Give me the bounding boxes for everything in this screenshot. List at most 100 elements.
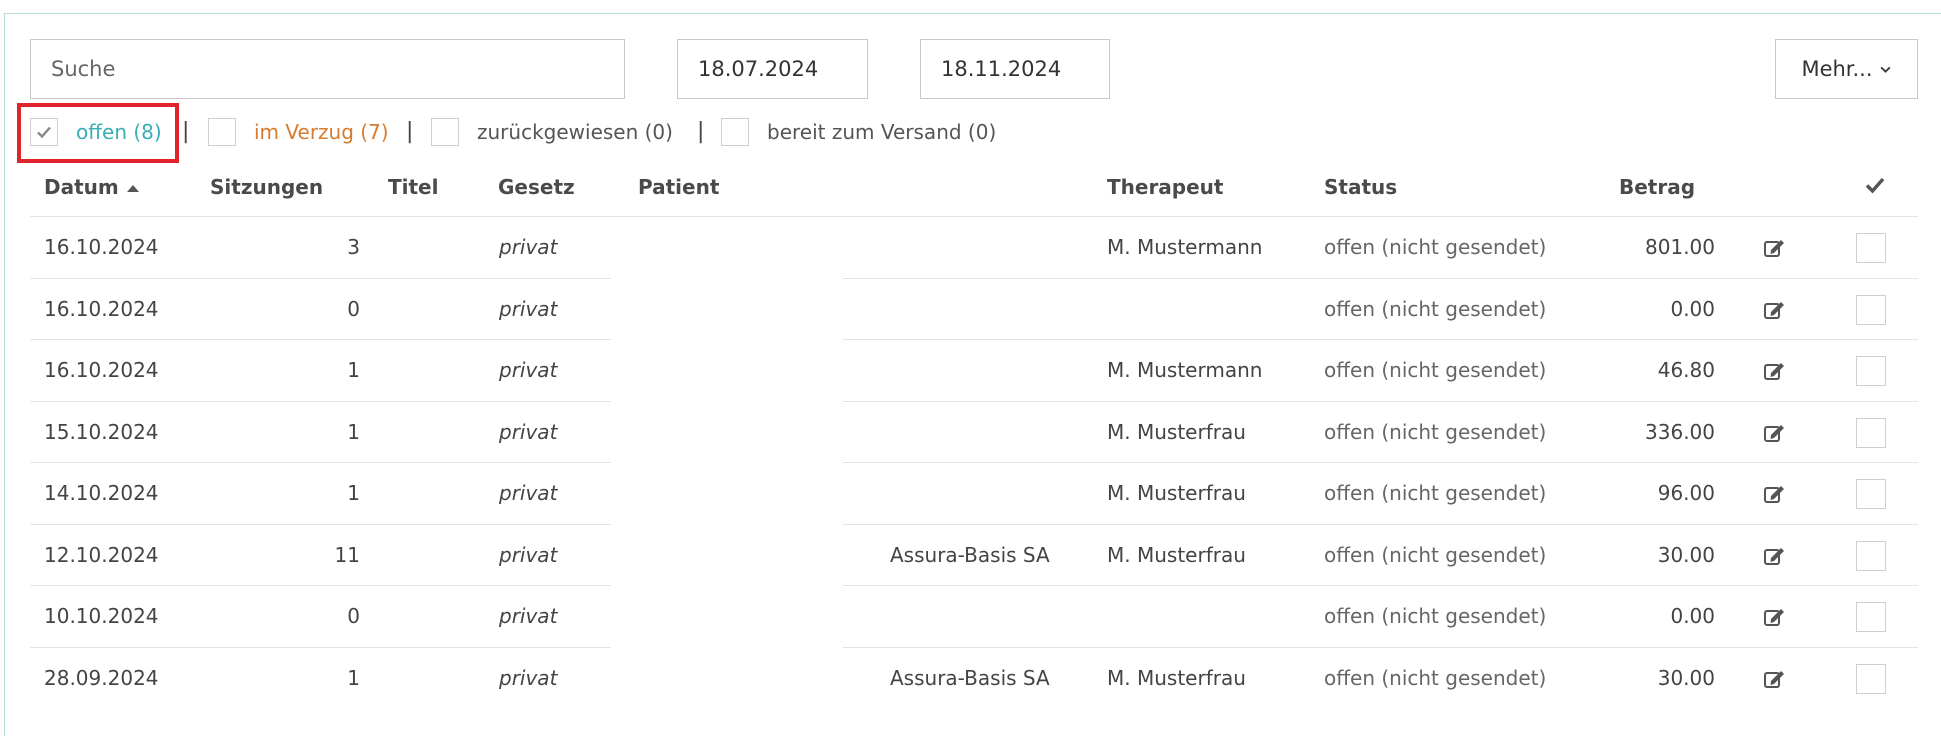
table-row[interactable]: 14.10.2024 1 privat M. Musterfrau offen (nic… (0, 463, 1941, 524)
edit-icon[interactable] (1763, 299, 1787, 321)
cell-sessions: 1 (347, 665, 360, 690)
row-select-checkbox[interactable] (1856, 663, 1886, 694)
cell-law: privat (499, 665, 558, 690)
edit-icon[interactable] (1763, 545, 1787, 567)
cell-therapist: M. Musterfrau (1107, 419, 1246, 444)
table-row[interactable]: 12.10.2024 11 privat Assura-Basis SA M. Must… (0, 525, 1941, 586)
edit-icon[interactable] (1763, 668, 1787, 690)
cell-status: offen (nicht gesendet) (1324, 296, 1547, 321)
edit-icon[interactable] (1763, 237, 1787, 259)
cell-sessions: 1 (347, 419, 360, 444)
highlight-box (17, 103, 179, 163)
search-input[interactable] (30, 39, 625, 99)
date-to-field[interactable] (920, 39, 1110, 99)
cell-therapist: M. Mustermann (1107, 235, 1263, 259)
column-header-patient[interactable]: Patient (638, 172, 719, 202)
table-row[interactable]: 15.10.2024 1 privat M. Musterfrau offen (nic… (0, 402, 1941, 463)
column-header-sessions[interactable]: Sitzungen (210, 172, 323, 202)
cell-insurer: Assura-Basis SA (890, 665, 1050, 690)
table-row[interactable]: 16.10.2024 3 privat M. Mustermann offen (nic… (0, 217, 1941, 278)
cell-sessions: 0 (347, 604, 360, 628)
edit-icon[interactable] (1763, 606, 1787, 628)
cell-therapist: M. Mustermann (1107, 358, 1263, 382)
filter-rejected[interactable]: zurückgewiesen (0) (431, 116, 673, 148)
column-header-therapist[interactable]: Therapeut (1107, 172, 1223, 202)
filter-rejected-label: zurückgewiesen (0) (477, 120, 673, 144)
cell-status: offen (nicht gesendet) (1324, 419, 1547, 444)
date-from-field[interactable] (677, 39, 868, 99)
cell-date: 10.10.2024 (44, 604, 159, 628)
row-select-checkbox[interactable] (1856, 294, 1886, 325)
more-button-label: Mehr... (1801, 57, 1873, 81)
filter-separator: | (406, 119, 414, 144)
cell-therapist: M. Musterfrau (1107, 665, 1246, 690)
cell-sessions: 1 (347, 358, 360, 382)
column-header-date-label: Datum (44, 175, 119, 199)
cell-law: privat (499, 419, 558, 444)
cell-sessions: 1 (347, 481, 360, 505)
cell-law: privat (499, 296, 558, 321)
row-select-checkbox[interactable] (1856, 417, 1886, 448)
column-header-law[interactable]: Gesetz (498, 172, 575, 202)
edit-icon[interactable] (1763, 422, 1787, 444)
cell-date: 16.10.2024 (44, 235, 159, 259)
row-select-checkbox[interactable] (1856, 233, 1886, 263)
filter-separator: | (697, 119, 705, 144)
table-row[interactable]: 16.10.2024 0 privat offen (nicht gesendet) 0… (0, 279, 1941, 340)
column-header-title[interactable]: Titel (388, 172, 438, 202)
cell-date: 16.10.2024 (44, 358, 159, 382)
column-header-date[interactable]: Datum (44, 172, 139, 202)
sort-ascending-icon (126, 185, 139, 192)
table-row[interactable]: 16.10.2024 1 privat M. Mustermann offen (nic… (0, 340, 1941, 401)
row-select-checkbox[interactable] (1856, 356, 1886, 386)
cell-date: 16.10.2024 (44, 296, 159, 321)
cell-insurer: Assura-Basis SA (890, 542, 1050, 567)
cell-amount: 46.80 (1657, 358, 1715, 382)
cell-law: privat (499, 481, 558, 505)
cell-date: 12.10.2024 (44, 542, 159, 567)
edit-icon[interactable] (1763, 483, 1787, 505)
cell-status: offen (nicht gesendet) (1324, 604, 1547, 628)
filter-ready-to-send-label: bereit zum Versand (0) (767, 120, 997, 144)
filter-overdue[interactable]: im Verzug (7) (208, 116, 389, 148)
cell-status: offen (nicht gesendet) (1324, 358, 1547, 382)
cell-therapist: M. Musterfrau (1107, 542, 1246, 567)
cell-law: privat (499, 604, 558, 628)
cell-status: offen (nicht gesendet) (1324, 481, 1547, 505)
column-header-amount[interactable]: Betrag (1619, 172, 1695, 202)
cell-status: offen (nicht gesendet) (1324, 542, 1547, 567)
cell-amount: 30.00 (1657, 665, 1715, 690)
filter-rejected-checkbox[interactable] (431, 118, 459, 146)
cell-law: privat (499, 542, 558, 567)
filter-ready-to-send[interactable]: bereit zum Versand (0) (721, 116, 996, 148)
filter-overdue-checkbox[interactable] (208, 118, 236, 146)
cell-amount: 0.00 (1670, 296, 1715, 321)
cell-therapist: M. Musterfrau (1107, 481, 1246, 505)
table-row[interactable]: 10.10.2024 0 privat offen (nicht gesendet) 0… (0, 586, 1941, 647)
filter-ready-to-send-checkbox[interactable] (721, 118, 749, 146)
cell-sessions: 0 (347, 296, 360, 321)
more-button[interactable]: Mehr... (1775, 39, 1918, 99)
cell-date: 28.09.2024 (44, 665, 159, 690)
cell-date: 14.10.2024 (44, 481, 159, 505)
cell-date: 15.10.2024 (44, 419, 159, 444)
column-header-status[interactable]: Status (1324, 172, 1397, 202)
cell-sessions: 11 (334, 542, 360, 567)
cell-law: privat (499, 358, 558, 382)
checkmark-icon (1865, 177, 1885, 194)
table-row[interactable]: 28.09.2024 1 privat Assura-Basis SA M. Muste… (0, 648, 1941, 709)
cell-sessions: 3 (347, 235, 360, 259)
chevron-down-icon (1880, 66, 1890, 73)
cell-amount: 30.00 (1657, 542, 1715, 567)
cell-amount: 96.00 (1657, 481, 1715, 505)
filter-overdue-label: im Verzug (7) (254, 120, 389, 144)
row-select-checkbox[interactable] (1856, 540, 1886, 571)
cell-amount: 0.00 (1670, 604, 1715, 628)
edit-icon[interactable] (1763, 360, 1787, 382)
cell-law: privat (499, 235, 558, 259)
filter-separator: | (182, 119, 190, 144)
cell-amount: 801.00 (1645, 235, 1715, 259)
row-select-checkbox[interactable] (1856, 602, 1886, 632)
row-select-checkbox[interactable] (1856, 479, 1886, 509)
select-all-checkmark[interactable] (1864, 174, 1886, 204)
